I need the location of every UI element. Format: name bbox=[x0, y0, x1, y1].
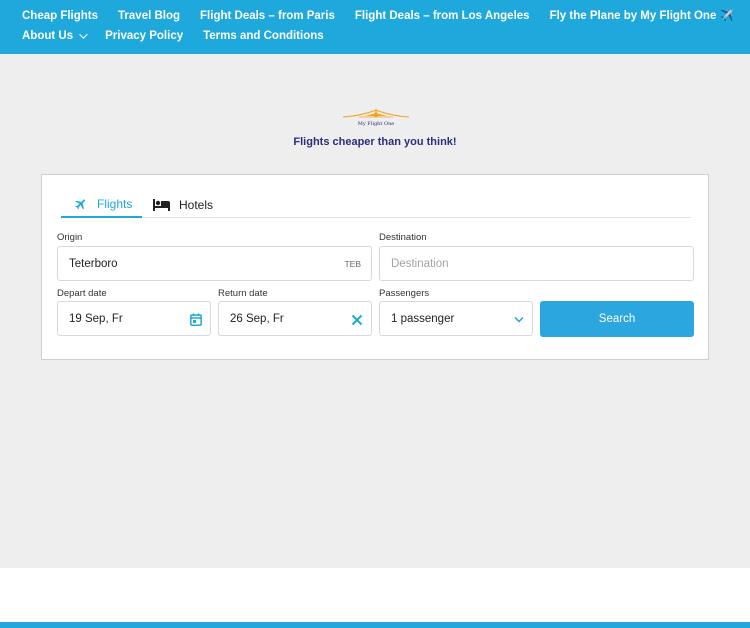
depart-date-label: Depart date bbox=[57, 288, 107, 299]
calendar-icon[interactable] bbox=[190, 313, 202, 326]
nav-link-travel-blog[interactable]: Travel Blog bbox=[118, 9, 180, 22]
destination-label: Destination bbox=[379, 232, 427, 243]
chevron-down-icon bbox=[79, 30, 88, 39]
destination-placeholder: Destination bbox=[391, 257, 449, 270]
airplane-icon: ✈️ bbox=[720, 10, 735, 22]
bed-icon bbox=[153, 198, 170, 211]
nav-link-privacy-policy[interactable]: Privacy Policy bbox=[105, 30, 183, 42]
return-date-value: 26 Sep, Fr bbox=[230, 312, 284, 325]
return-date-label: Return date bbox=[218, 288, 268, 299]
footer-bar bbox=[0, 622, 750, 628]
footer-area bbox=[0, 568, 750, 622]
origin-airport-code: TEB bbox=[344, 259, 361, 269]
tab-hotels-label: Hotels bbox=[179, 197, 214, 212]
origin-value: Teterboro bbox=[69, 257, 118, 270]
nav-link-fly-the-plane-label: Fly the Plane by My Flight One bbox=[549, 9, 717, 22]
passengers-select[interactable]: 1 passenger bbox=[379, 301, 533, 336]
search-card: Flights Hotels Origin Teterboro TEB Dest… bbox=[41, 174, 709, 360]
airplane-icon bbox=[75, 198, 86, 209]
clear-icon[interactable] bbox=[351, 314, 363, 326]
origin-label: Origin bbox=[57, 232, 83, 243]
passengers-value: 1 passenger bbox=[391, 312, 455, 325]
depart-date-input[interactable]: 19 Sep, Fr bbox=[57, 301, 211, 336]
top-navigation: Cheap Flights Travel Blog Flight Deals –… bbox=[0, 0, 750, 54]
nav-link-deals-paris[interactable]: Flight Deals – from Paris bbox=[200, 9, 335, 22]
nav-link-cheap-flights[interactable]: Cheap Flights bbox=[22, 9, 98, 22]
site-logo[interactable]: My Flight One bbox=[341, 104, 411, 130]
nav-link-deals-los-angeles[interactable]: Flight Deals – from Los Angeles bbox=[355, 9, 530, 22]
logo-text: My Flight One bbox=[357, 121, 395, 127]
search-button[interactable]: Search bbox=[540, 301, 694, 337]
nav-link-fly-the-plane[interactable]: Fly the Plane by My Flight One ✈️ bbox=[549, 9, 735, 23]
nav-link-about-us-label: About Us bbox=[22, 30, 74, 42]
chevron-down-icon bbox=[514, 316, 524, 323]
nav-row-secondary: About Us Privacy Policy Terms and Condit… bbox=[22, 30, 344, 42]
tab-hotels[interactable]: Hotels bbox=[153, 191, 213, 218]
passengers-label: Passengers bbox=[379, 288, 430, 299]
destination-input[interactable]: Destination bbox=[379, 246, 694, 281]
nav-link-about-us[interactable]: About Us bbox=[22, 30, 88, 42]
tab-flights-label: Flights bbox=[97, 196, 133, 211]
nav-row-primary: Cheap Flights Travel Blog Flight Deals –… bbox=[22, 9, 750, 23]
origin-input[interactable]: Teterboro TEB bbox=[57, 246, 372, 281]
nav-link-terms[interactable]: Terms and Conditions bbox=[203, 30, 324, 42]
depart-date-value: 19 Sep, Fr bbox=[69, 312, 123, 325]
search-tabs: Flights Hotels bbox=[61, 191, 691, 218]
tagline: Flights cheaper than you think! bbox=[293, 136, 457, 148]
return-date-input[interactable]: 26 Sep, Fr bbox=[218, 301, 372, 336]
tab-flights[interactable]: Flights bbox=[61, 191, 142, 218]
